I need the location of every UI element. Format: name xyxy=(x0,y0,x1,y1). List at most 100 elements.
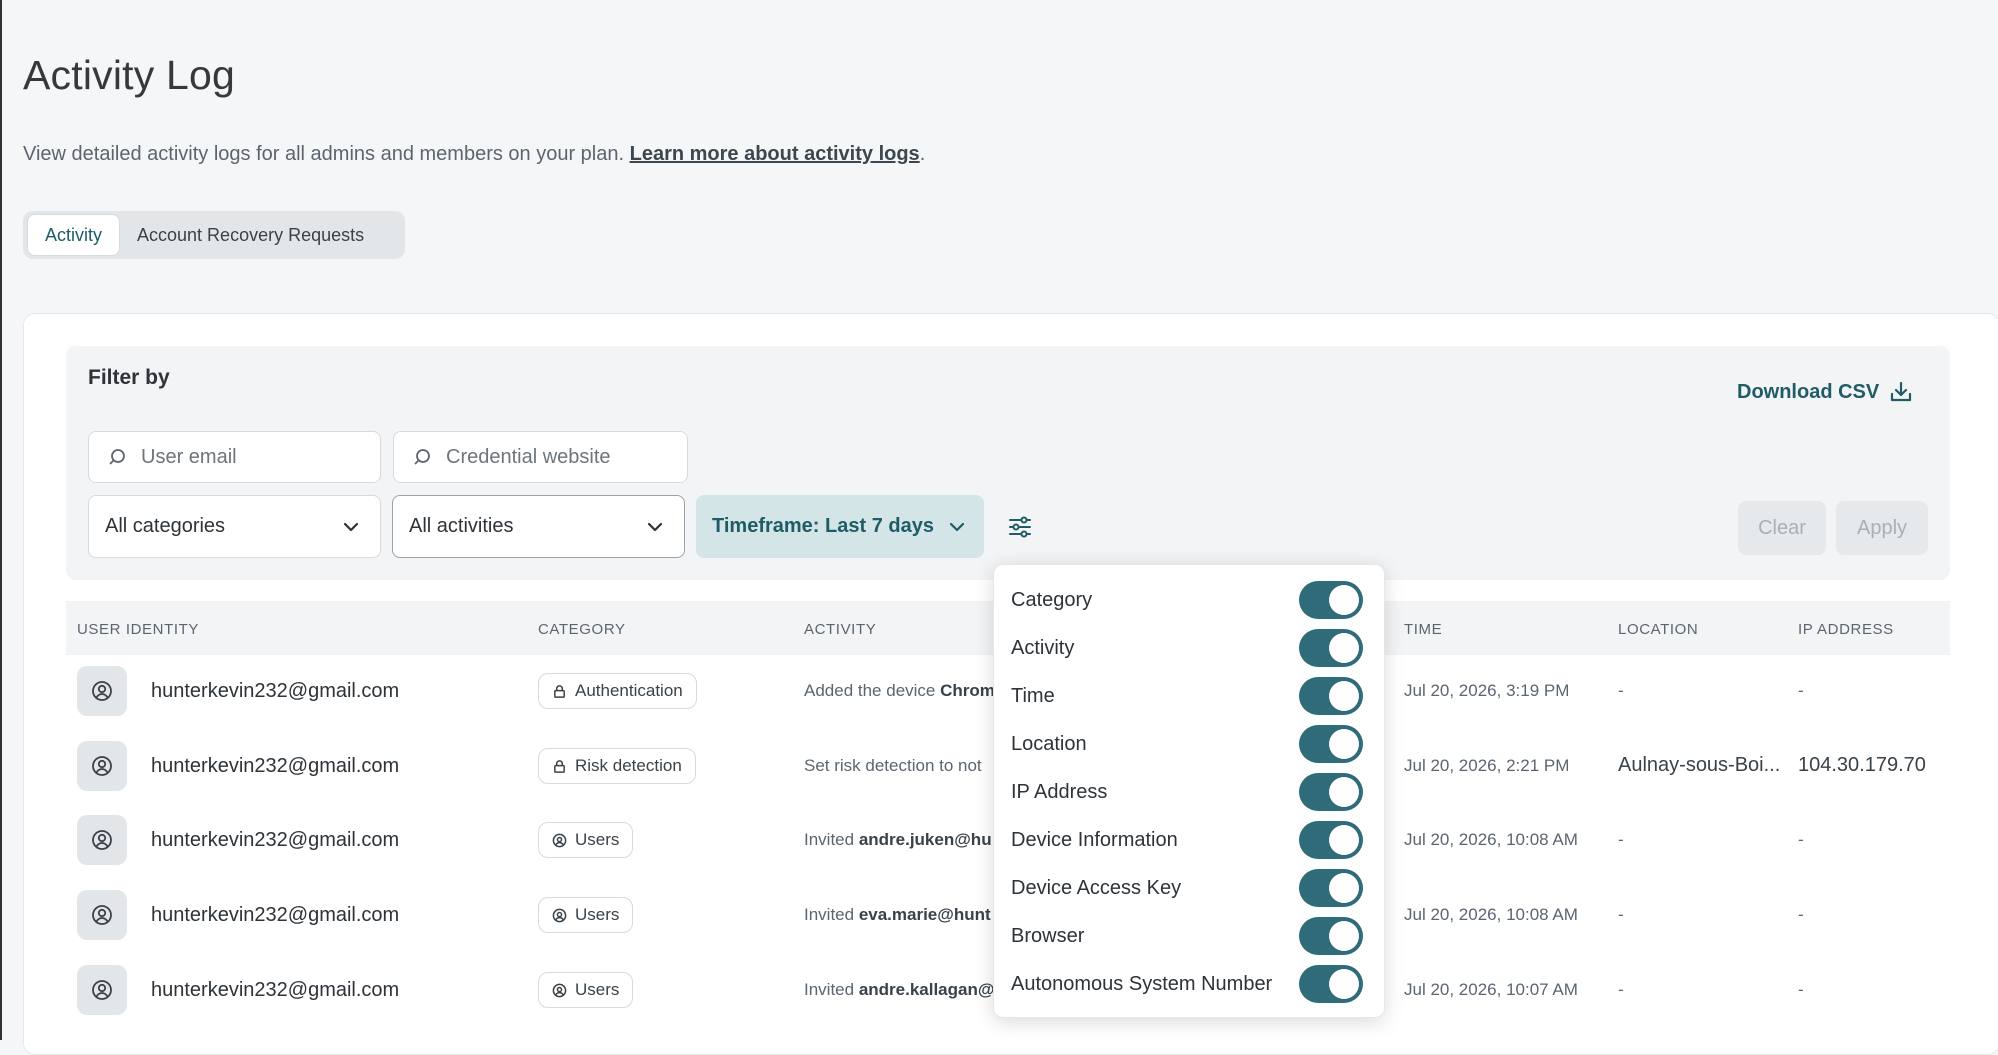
activity-prefix: Invited xyxy=(804,980,859,999)
activity-select[interactable]: All activities xyxy=(392,495,685,558)
tab-account-recovery-requests[interactable]: Account Recovery Requests xyxy=(120,214,381,256)
search-icon xyxy=(109,449,125,465)
description-text: View detailed activity logs for all admi… xyxy=(23,143,630,165)
column-toggle-row-ip-address: IP Address xyxy=(1011,768,1371,816)
activity-subject: andre.juken@hu xyxy=(858,830,992,849)
avatar xyxy=(77,666,127,716)
avatar xyxy=(77,965,127,1015)
header-category: CATEGORY xyxy=(538,621,626,638)
header-user-identity: USER IDENTITY xyxy=(77,621,199,638)
avatar xyxy=(77,890,127,940)
chevron-down-icon xyxy=(949,522,965,531)
time-cell: Jul 20, 2026, 10:08 AM xyxy=(1404,830,1578,849)
column-toggle-row-asn: Autonomous System Number xyxy=(1011,960,1371,1008)
activity-prefix: Added the device xyxy=(804,681,941,700)
column-toggle-row-device-access-key: Device Access Key xyxy=(1011,864,1371,912)
column-toggle-row-time: Time xyxy=(1011,672,1371,720)
avatar xyxy=(77,815,127,865)
column-toggle-label: IP Address xyxy=(1011,780,1108,803)
time-cell: Jul 20, 2026, 3:19 PM xyxy=(1404,681,1570,700)
column-toggle-label: Browser xyxy=(1011,924,1085,947)
category-toggle[interactable] xyxy=(1299,581,1363,619)
location-cell: - xyxy=(1618,905,1624,924)
activity-log-page: Activity Log View detailed activity logs… xyxy=(0,0,1998,1055)
learn-more-link[interactable]: Learn more about activity logs xyxy=(630,143,920,165)
header-activity: ACTIVITY xyxy=(804,621,877,638)
time-toggle[interactable] xyxy=(1299,677,1363,715)
device-access-key-toggle[interactable] xyxy=(1299,869,1363,907)
time-cell: Jul 20, 2026, 10:08 AM xyxy=(1404,905,1578,924)
category-badge: Users xyxy=(538,822,634,858)
tab-bar: Activity Account Recovery Requests xyxy=(23,211,405,259)
location-cell: - xyxy=(1618,830,1624,849)
filter-title: Filter by xyxy=(88,366,170,389)
user-icon xyxy=(552,833,567,847)
activity-prefix: Invited xyxy=(804,830,859,849)
column-toggle-label: Activity xyxy=(1011,636,1075,659)
column-toggle-row-activity: Activity xyxy=(1011,624,1371,672)
category-badge: Users xyxy=(538,972,634,1008)
column-toggle-label: Category xyxy=(1011,588,1093,611)
user-email: hunterkevin232@gmail.com xyxy=(151,979,400,1001)
clear-button[interactable]: Clear xyxy=(1738,501,1826,555)
time-cell: Jul 20, 2026, 2:21 PM xyxy=(1404,756,1570,775)
activity-subject: eva.marie@hunt xyxy=(858,905,991,924)
lock-icon xyxy=(554,759,565,773)
window-edge xyxy=(0,0,2,1040)
location-toggle[interactable] xyxy=(1299,725,1363,763)
column-toggle-label: Device Access Key xyxy=(1011,876,1182,899)
device-information-toggle[interactable] xyxy=(1299,821,1363,859)
category-label: Authentication xyxy=(575,681,683,700)
location-cell: - xyxy=(1618,980,1624,999)
location-cell: Aulnay-sous-Boi... xyxy=(1618,754,1781,776)
ip-cell: - xyxy=(1798,980,1804,999)
browser-toggle[interactable] xyxy=(1299,917,1363,955)
user-email-input[interactable] xyxy=(139,444,343,470)
header-time: TIME xyxy=(1404,621,1443,638)
user-circle-icon xyxy=(92,905,112,925)
lock-icon xyxy=(554,684,565,698)
column-settings-icon[interactable] xyxy=(1004,511,1036,543)
category-label: Users xyxy=(575,830,620,849)
activity-select-value: All activities xyxy=(409,515,514,537)
user-email: hunterkevin232@gmail.com xyxy=(151,829,400,851)
credential-website-search[interactable] xyxy=(393,431,688,483)
column-toggle-label: Location xyxy=(1011,732,1087,755)
ip-cell: 104.30.179.70 xyxy=(1798,754,1926,776)
user-circle-icon xyxy=(92,756,112,776)
column-toggle-label: Autonomous System Number xyxy=(1011,972,1273,995)
column-visibility-popover: Category Activity Time Location IP Addre… xyxy=(993,564,1385,1018)
activity-prefix: Set risk detection to not xyxy=(804,756,982,775)
user-circle-icon xyxy=(92,681,112,701)
user-email: hunterkevin232@gmail.com xyxy=(151,680,400,702)
tab-activity[interactable]: Activity xyxy=(27,214,121,256)
user-icon xyxy=(552,908,567,922)
user-icon xyxy=(552,983,567,997)
ip-address-toggle[interactable] xyxy=(1299,773,1363,811)
column-toggle-row-device-information: Device Information xyxy=(1011,816,1371,864)
page-title: Activity Log xyxy=(23,52,236,98)
category-select[interactable]: All categories xyxy=(88,495,381,558)
download-csv-button[interactable]: Download CSV xyxy=(1737,380,1913,404)
time-cell: Jul 20, 2026, 10:07 AM xyxy=(1404,980,1578,999)
user-email-search[interactable] xyxy=(88,431,381,483)
user-circle-icon xyxy=(92,980,112,1000)
category-label: Users xyxy=(575,980,620,999)
chevron-down-icon xyxy=(647,522,663,531)
column-toggle-row-browser: Browser xyxy=(1011,912,1371,960)
download-icon xyxy=(1891,381,1912,402)
column-toggle-label: Time xyxy=(1011,684,1055,707)
location-cell: - xyxy=(1618,681,1624,700)
category-badge: Authentication xyxy=(538,673,697,709)
category-select-value: All categories xyxy=(105,515,226,537)
timeframe-dropdown[interactable]: Timeframe: Last 7 days xyxy=(696,495,984,558)
credential-website-input[interactable] xyxy=(444,444,648,470)
category-label: Risk detection xyxy=(575,756,682,775)
autonomous-system-number-toggle[interactable] xyxy=(1299,965,1363,1003)
user-circle-icon xyxy=(92,830,112,850)
activity-toggle[interactable] xyxy=(1299,629,1363,667)
header-ip-address: IP ADDRESS xyxy=(1798,621,1894,638)
activity-prefix: Invited xyxy=(804,905,859,924)
header-location: LOCATION xyxy=(1618,621,1699,638)
apply-button[interactable]: Apply xyxy=(1836,501,1928,555)
